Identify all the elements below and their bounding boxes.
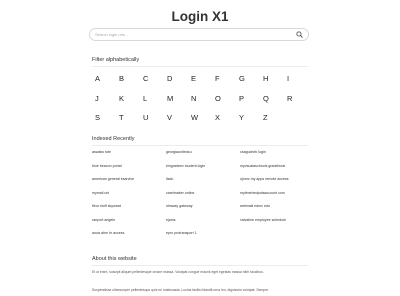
recent-link[interactable]: blue beacon portal <box>92 164 166 178</box>
letter-filter-j[interactable]: J <box>92 94 116 114</box>
recent-links-grid: aswaks tote georgiaunitedcu csaguchek logi… <box>92 150 308 245</box>
recent-link[interactable]: csaguchek login <box>240 150 308 164</box>
search-input[interactable] <box>95 29 285 40</box>
recent-link[interactable]: carelmaker online <box>166 191 240 205</box>
about-divider <box>92 265 308 266</box>
recent-heading: Indexed Recently <box>92 136 135 142</box>
site-title: Login X1 <box>171 9 229 24</box>
letter-filter-d[interactable]: D <box>164 74 188 94</box>
filter-divider <box>92 66 308 67</box>
recent-link[interactable]: myvsuaiaschools gradebook <box>240 164 308 178</box>
recent-link[interactable]: valvaline employee schedule <box>240 218 308 232</box>
letter-filter-y[interactable]: Y <box>236 113 260 133</box>
letter-filter-a[interactable]: A <box>92 74 116 94</box>
letter-filter-z[interactable]: Z <box>260 113 284 133</box>
recent-link[interactable]: american general esarvice <box>92 177 166 191</box>
about-paragraph-1: Et ut enim, suscipit aliquet pellentesqu… <box>92 270 264 274</box>
letter-filter-l[interactable]: L <box>140 94 164 114</box>
recent-link[interactable]: lisdu <box>166 177 240 191</box>
alphabet-filter: ABCDEFGHI JKLMNOPQR STUVWXYZ <box>92 74 308 133</box>
letter-filter-o[interactable]: O <box>212 94 236 114</box>
letter-filter-x[interactable]: X <box>212 113 236 133</box>
letter-filter-k[interactable]: K <box>116 94 140 114</box>
letter-filter-c[interactable]: C <box>140 74 164 94</box>
letter-filter-s[interactable]: S <box>92 113 116 133</box>
recent-link[interactable]: eingradeev student login <box>166 164 240 178</box>
letter-filter-i[interactable]: I <box>284 74 308 94</box>
letter-filter-t[interactable]: T <box>116 113 140 133</box>
search-icon[interactable] <box>296 31 303 38</box>
letter-filter-b[interactable]: B <box>116 74 140 94</box>
letter-filter-n[interactable]: N <box>188 94 212 114</box>
letter-filter-r[interactable]: R <box>284 94 308 114</box>
recent-link[interactable]: mymail uni <box>92 191 166 205</box>
letter-filter-u[interactable]: U <box>140 113 164 133</box>
letter-filter-m[interactable]: M <box>164 94 188 114</box>
recent-link[interactable]: ranport angeln <box>92 218 166 232</box>
letter-filter-w[interactable]: W <box>188 113 212 133</box>
letter-filter-q[interactable]: Q <box>260 94 284 114</box>
recent-link[interactable]: aswaks tote <box>92 150 166 164</box>
recent-link[interactable]: ejams <box>166 218 240 232</box>
recent-link[interactable]: georgiaunitedcu <box>166 150 240 164</box>
recent-link[interactable]: aooa ahm hr access <box>92 231 166 245</box>
search-bar[interactable] <box>89 28 309 41</box>
recent-link[interactable]: nhsway gateway <box>166 204 240 218</box>
filter-heading: Filter alphabetically <box>92 57 140 63</box>
letter-filter-g[interactable]: G <box>236 74 260 94</box>
letter-filter-h[interactable]: H <box>260 74 284 94</box>
letter-filter-p[interactable]: P <box>236 94 260 114</box>
recent-link[interactable]: fleur stuff skyward <box>92 204 166 218</box>
recent-link[interactable]: epro protransport 1 <box>166 231 240 245</box>
recent-link[interactable]: webmail edmc edu <box>240 204 308 218</box>
recent-link[interactable]: ujnmc my apps remote access <box>240 177 308 191</box>
recent-link[interactable]: mytimehedpotsaccount com <box>240 191 308 205</box>
recent-divider <box>92 145 308 146</box>
letter-filter-f[interactable]: F <box>212 74 236 94</box>
recent-link <box>240 231 308 245</box>
about-heading: About this website <box>92 256 137 262</box>
about-paragraph-2: Suspendisse ullamcorper pellentesque qui… <box>92 288 269 292</box>
letter-filter-e[interactable]: E <box>188 74 212 94</box>
letter-filter-v[interactable]: V <box>164 113 188 133</box>
